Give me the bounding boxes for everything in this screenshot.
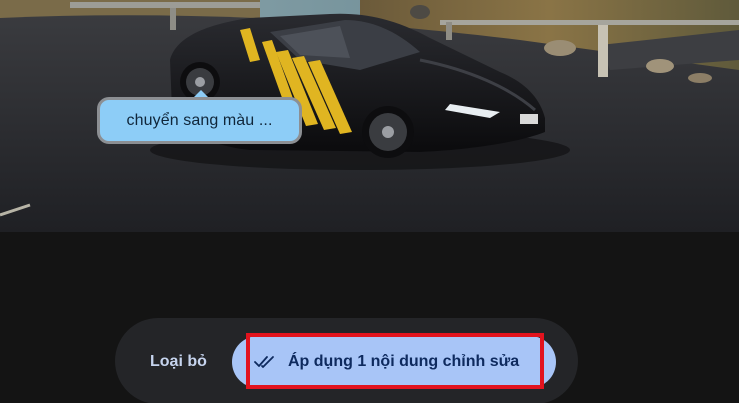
image-edit-screen: chuyển sang màu ... Loại bỏ Áp dụng 1 nộ…: [0, 0, 739, 403]
double-check-icon: [254, 355, 276, 369]
apply-edit-label: Áp dụng 1 nội dung chỉnh sửa: [288, 353, 520, 370]
annotation-bubble[interactable]: chuyển sang màu ...: [97, 97, 302, 144]
apply-edit-button[interactable]: Áp dụng 1 nội dung chỉnh sửa: [232, 336, 556, 388]
discard-button[interactable]: Loại bỏ: [150, 351, 207, 373]
annotation-text: chuyển sang màu ...: [126, 111, 273, 129]
